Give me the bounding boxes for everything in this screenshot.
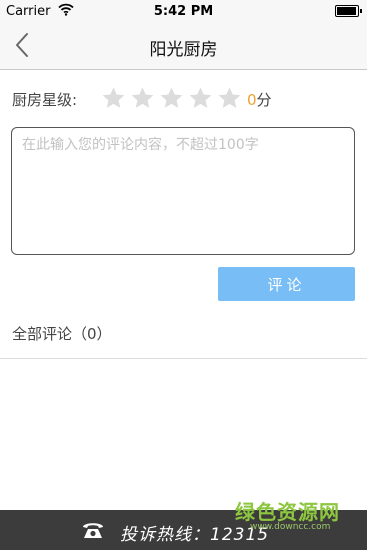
- watermark-url: www.downcc.com: [250, 522, 331, 532]
- submit-comment-button[interactable]: 评论: [218, 267, 355, 301]
- star-rating: [101, 86, 246, 112]
- battery-icon: [335, 5, 362, 17]
- rating-score: 0分: [247, 89, 272, 110]
- comment-input[interactable]: [11, 127, 355, 255]
- star-icon[interactable]: [101, 86, 126, 111]
- all-comments-header: 全部评论（0）: [12, 325, 112, 343]
- score-unit: 分: [256, 91, 272, 109]
- nav-bar: 阳光厨房: [0, 22, 367, 70]
- rating-label: 厨房星级:: [12, 91, 78, 109]
- divider: [0, 358, 367, 359]
- page-title: 阳光厨房: [149, 40, 218, 60]
- score-number: 0: [247, 91, 257, 109]
- watermark-logo: 绿色资源网: [235, 500, 340, 524]
- phone-icon: [83, 523, 103, 538]
- kitchen-rating: 厨房星级: 0分: [12, 86, 357, 112]
- star-icon[interactable]: [159, 86, 184, 111]
- clock: 5:42 PM: [153, 4, 214, 19]
- star-icon[interactable]: [130, 86, 155, 111]
- star-icon[interactable]: [188, 86, 213, 111]
- star-icon[interactable]: [217, 86, 242, 111]
- battery-level: [337, 7, 356, 15]
- status-bar: Carrier 5:42 PM: [0, 0, 367, 22]
